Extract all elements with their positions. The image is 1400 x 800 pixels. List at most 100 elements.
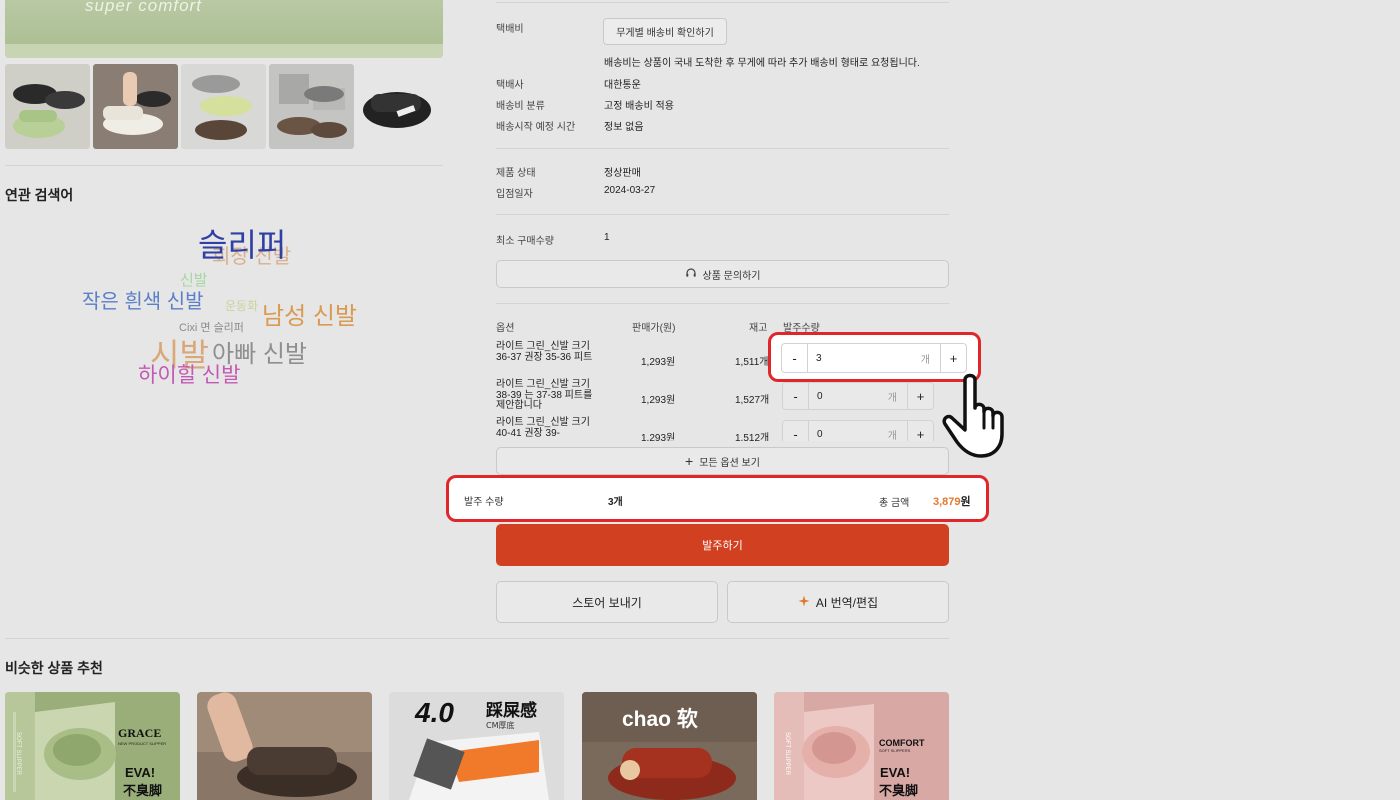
min-qty-value: 1 [604,232,610,243]
similar-product-card[interactable]: COMFORT SOFT SLIPPERS EVA! 不臭脚 SOFT SLIP… [774,692,949,800]
option-row: 라이트 그린_신발 크기 38-39 는 37-38 피트를 제안합니다 [496,379,596,412]
check-shipping-fee-button[interactable]: 무게별 배송비 확인하기 [603,18,727,45]
option-row: 라이트 그린_신발 크기 36-37 권장 35-36 피트 [496,341,596,363]
related-keywords-title: 연관 검색어 [5,187,74,203]
courier-label: 택배사 [496,80,524,91]
fee-type-label: 배송비 분류 [496,101,545,112]
gallery-divider [5,165,443,166]
keyword-word[interactable]: 슬리퍼 [198,229,286,261]
increment-button[interactable]: + [940,344,966,372]
similar-product-brand: 4.0 [414,697,454,728]
view-all-label: 모든 옵션 보기 [699,457,760,469]
product-status-label: 제품 상태 [496,168,536,179]
quantity-input[interactable]: 0 [809,429,888,440]
similar-product-brand: chao 软 [622,707,698,731]
view-all-options-button[interactable]: + 모든 옵션 보기 [496,447,949,475]
product-status-value: 정상판매 [604,168,641,179]
inquiry-label: 상품 문의하기 [702,270,761,282]
quantity-input[interactable]: 0 [809,391,888,402]
option-stock: 1,512개 [735,433,770,441]
option-price: 1,293원 [641,433,676,441]
thumbnail-4[interactable] [269,64,354,149]
similar-product-side: SOFT SLIPPER [15,732,21,776]
option-stock: 1,511개 [735,357,769,368]
similar-product-line1: EVA! [125,765,155,780]
price-header: 판매가(원) [632,323,676,334]
hand-cursor-icon [937,372,1021,462]
section-divider [496,2,949,3]
keyword-word[interactable]: 신발 [180,273,208,288]
related-keywords-cloud: 회장 신발 슬리퍼 신발 작은 흰색 신발 운동화 남성 신발 Cixi 면 슬… [0,215,440,415]
send-to-store-button[interactable]: 스토어 보내기 [496,581,718,623]
quantity-stepper: - 0 개 + [782,420,934,441]
thumbnail-2[interactable] [93,64,178,149]
total-amount-label: 총 금액 [879,498,910,509]
quantity-unit: 개 [887,392,897,404]
main-image-brand-text: super comfort [85,0,202,15]
thumbnail-5[interactable] [357,64,442,149]
place-order-button[interactable]: 발주하기 [496,524,949,566]
thumbnail-3[interactable] [181,64,266,149]
similar-product-brand: COMFORT [879,738,925,748]
total-amount-value: 3,879 [933,496,961,508]
order-qty-label: 발주 수량 [464,497,504,508]
keyword-word[interactable]: 남성 신발 [262,305,357,329]
fee-type-value: 고정 배송비 적용 [604,101,674,112]
option-name: 라이트 그린_신발 크기 38-39 는 37-38 피트를 제안합니다 [496,379,593,411]
similar-product-card[interactable]: 4.0 踩屎感 CM厚底 [389,692,564,800]
option-name: 라이트 그린_신발 크기 40-41 권장 39- [496,417,590,439]
similar-product-line1: EVA! [880,765,910,780]
section-divider [496,214,949,215]
similar-product-sub: SOFT SLIPPERS [879,748,911,753]
option-price: 1,293원 [641,357,676,368]
section-divider [5,638,949,639]
sparkle-icon [798,595,810,610]
increment-button[interactable]: + [907,383,933,409]
quantity-unit: 개 [920,354,930,366]
similar-product-sub: CM厚底 [486,720,515,730]
order-summary: 발주 수량 3개 총 금액 3,879원 [446,475,989,522]
shipping-fee-label: 택배비 [496,24,524,35]
decrement-button[interactable]: - [783,421,809,441]
similar-product-card[interactable]: GRACE NEW PRODUCT SLIPPER EVA! 不臭脚 SOFT … [5,692,180,800]
section-divider [496,303,949,304]
order-qty-value: 3개 [608,497,623,508]
total-amount: 3,879원 [933,493,971,509]
similar-product-line1: 踩屎感 [486,700,537,721]
increment-button[interactable]: + [907,421,933,441]
main-product-image: super comfort [5,0,443,58]
decrement-button[interactable]: - [782,344,808,372]
similar-product-line2: 不臭脚 [879,783,918,799]
shipping-start-label: 배송시작 예정 시간 [496,122,576,133]
keyword-word[interactable]: 운동화 [225,300,258,312]
stock-header: 재고 [749,323,768,334]
plus-icon: + [685,453,694,469]
decrement-button[interactable]: - [783,383,809,409]
similar-product-card[interactable]: chao 软 [582,692,757,800]
product-inquiry-button[interactable]: 상품 문의하기 [496,260,949,288]
similar-product-side: SOFT SLIPPER [784,732,790,776]
thumbnail-1[interactable] [5,64,90,149]
total-amount-unit: 원 [960,496,971,508]
courier-value: 대한통운 [604,80,641,91]
headset-icon [685,267,697,282]
listing-date-value: 2024-03-27 [604,185,656,196]
keyword-word[interactable]: Cixi 면 슬리퍼 [179,323,244,334]
quantity-input[interactable]: 3 [808,353,921,364]
keyword-word[interactable]: 하이힐 신발 [138,365,240,386]
shipping-fee-note: 배송비는 상품이 국내 도착한 후 무게에 따라 추가 배송비 형태로 요청됩니… [604,58,920,69]
listing-date-label: 입점일자 [496,189,533,200]
ai-translate-button[interactable]: AI 번역/편집 [727,581,949,623]
quantity-stepper: - 0 개 + [782,382,934,410]
section-divider [496,148,949,149]
quantity-unit: 개 [887,430,897,442]
option-stock: 1,527개 [735,395,770,406]
ai-translate-label: AI 번역/편집 [815,595,879,610]
similar-product-brand: GRACE [118,726,161,740]
similar-product-sub: NEW PRODUCT SLIPPER [118,741,166,746]
option-row: 라이트 그린_신발 크기 40-41 권장 39- [496,417,596,439]
option-header: 옵션 [496,323,515,334]
similar-product-card[interactable] [197,692,372,800]
keyword-word[interactable]: 작은 흰색 신발 [82,292,204,312]
min-qty-label: 최소 구매수량 [496,236,554,247]
